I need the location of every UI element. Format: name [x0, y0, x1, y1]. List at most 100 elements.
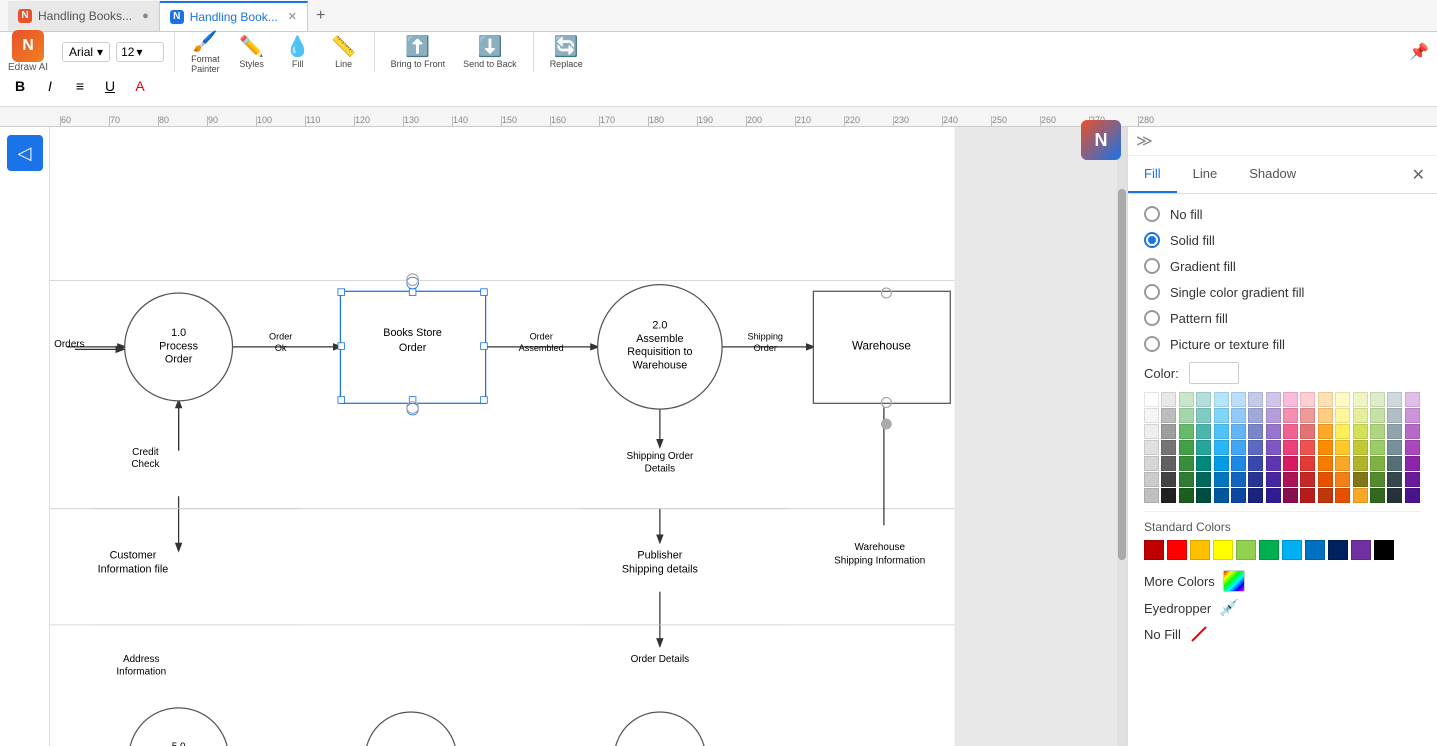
color-cell[interactable] — [1144, 456, 1159, 471]
color-cell[interactable] — [1196, 408, 1211, 423]
font-color-button[interactable]: A — [128, 74, 152, 98]
color-cell[interactable] — [1214, 472, 1229, 487]
color-cell[interactable] — [1405, 440, 1420, 455]
font-family-select[interactable]: Arial ▾ — [62, 42, 110, 62]
font-size-select[interactable]: 12 ▾ — [116, 42, 164, 62]
color-cell[interactable] — [1300, 392, 1315, 407]
standard-color-cell[interactable] — [1144, 540, 1164, 560]
standard-color-cell[interactable] — [1190, 540, 1210, 560]
standard-color-cell[interactable] — [1213, 540, 1233, 560]
color-cell[interactable] — [1144, 392, 1159, 407]
color-cell[interactable] — [1214, 456, 1229, 471]
color-cell[interactable] — [1283, 392, 1298, 407]
color-cell[interactable] — [1370, 392, 1385, 407]
eyedropper-row[interactable]: Eyedropper 💉 — [1144, 598, 1421, 618]
replace-button[interactable]: 🔄 Replace — [544, 34, 589, 71]
color-cell[interactable] — [1335, 424, 1350, 439]
color-cell[interactable] — [1144, 440, 1159, 455]
color-cell[interactable] — [1179, 456, 1194, 471]
panel-expand-icon[interactable]: ≫ — [1136, 131, 1153, 151]
color-cell[interactable] — [1283, 408, 1298, 423]
color-cell[interactable] — [1161, 392, 1176, 407]
color-cell[interactable] — [1405, 424, 1420, 439]
color-cell[interactable] — [1370, 424, 1385, 439]
color-cell[interactable] — [1144, 424, 1159, 439]
color-cell[interactable] — [1266, 488, 1281, 503]
color-cell[interactable] — [1353, 440, 1368, 455]
single-color-gradient-option[interactable]: Single color gradient fill — [1144, 284, 1421, 300]
color-cell[interactable] — [1196, 392, 1211, 407]
color-cell[interactable] — [1300, 440, 1315, 455]
color-cell[interactable] — [1231, 424, 1246, 439]
color-cell[interactable] — [1318, 424, 1333, 439]
color-cell[interactable] — [1300, 472, 1315, 487]
color-cell[interactable] — [1161, 488, 1176, 503]
color-cell[interactable] — [1318, 392, 1333, 407]
color-cell[interactable] — [1266, 408, 1281, 423]
color-cell[interactable] — [1353, 424, 1368, 439]
standard-color-cell[interactable] — [1351, 540, 1371, 560]
color-cell[interactable] — [1144, 472, 1159, 487]
align-button[interactable]: ≡ — [68, 74, 92, 98]
tab-line[interactable]: Line — [1177, 156, 1234, 193]
color-cell[interactable] — [1370, 488, 1385, 503]
color-cell[interactable] — [1144, 488, 1159, 503]
color-cell[interactable] — [1318, 456, 1333, 471]
color-cell[interactable] — [1283, 488, 1298, 503]
color-cell[interactable] — [1161, 408, 1176, 423]
color-cell[interactable] — [1283, 440, 1298, 455]
color-cell[interactable] — [1214, 392, 1229, 407]
color-cell[interactable] — [1231, 488, 1246, 503]
color-cell[interactable] — [1370, 456, 1385, 471]
standard-color-cell[interactable] — [1236, 540, 1256, 560]
color-cell[interactable] — [1196, 424, 1211, 439]
canvas-area[interactable]: 1.0 Process Order Books Store Order 2.0 … — [50, 127, 1127, 746]
color-cell[interactable] — [1335, 456, 1350, 471]
color-cell[interactable] — [1300, 456, 1315, 471]
color-cell[interactable] — [1300, 408, 1315, 423]
standard-color-cell[interactable] — [1282, 540, 1302, 560]
color-cell[interactable] — [1300, 424, 1315, 439]
standard-color-cell[interactable] — [1305, 540, 1325, 560]
format-painter-button[interactable]: 🖌️ FormatPainter — [185, 29, 226, 76]
color-cell[interactable] — [1231, 440, 1246, 455]
picture-texture-option[interactable]: Picture or texture fill — [1144, 336, 1421, 352]
pin-button[interactable]: 📌 — [1409, 42, 1429, 62]
standard-color-cell[interactable] — [1328, 540, 1348, 560]
color-cell[interactable] — [1266, 424, 1281, 439]
canvas-scrollbar[interactable] — [1117, 127, 1127, 746]
color-cell[interactable] — [1248, 472, 1263, 487]
color-cell[interactable] — [1370, 440, 1385, 455]
panel-close-button[interactable]: ✕ — [1400, 157, 1437, 193]
color-cell[interactable] — [1179, 408, 1194, 423]
color-cell[interactable] — [1283, 424, 1298, 439]
color-cell[interactable] — [1214, 440, 1229, 455]
color-cell[interactable] — [1387, 488, 1402, 503]
tab-add-button[interactable]: + — [308, 7, 333, 25]
color-cell[interactable] — [1405, 392, 1420, 407]
color-cell[interactable] — [1196, 488, 1211, 503]
color-cell[interactable] — [1387, 392, 1402, 407]
standard-color-cell[interactable] — [1259, 540, 1279, 560]
color-cell[interactable] — [1353, 392, 1368, 407]
color-cell[interactable] — [1161, 456, 1176, 471]
color-cell[interactable] — [1283, 456, 1298, 471]
color-cell[interactable] — [1283, 472, 1298, 487]
color-cell[interactable] — [1161, 440, 1176, 455]
color-cell[interactable] — [1179, 392, 1194, 407]
color-cell[interactable] — [1387, 472, 1402, 487]
color-cell[interactable] — [1335, 488, 1350, 503]
color-cell[interactable] — [1405, 472, 1420, 487]
color-cell[interactable] — [1405, 488, 1420, 503]
color-cell[interactable] — [1231, 456, 1246, 471]
color-cell[interactable] — [1318, 440, 1333, 455]
color-preview-swatch[interactable] — [1189, 362, 1239, 384]
color-cell[interactable] — [1353, 456, 1368, 471]
color-cell[interactable] — [1196, 456, 1211, 471]
color-cell[interactable] — [1266, 472, 1281, 487]
color-cell[interactable] — [1335, 440, 1350, 455]
color-cell[interactable] — [1179, 440, 1194, 455]
color-cell[interactable] — [1318, 488, 1333, 503]
color-cell[interactable] — [1144, 408, 1159, 423]
tab-handling-books-1[interactable]: N Handling Books... ● — [8, 1, 160, 31]
